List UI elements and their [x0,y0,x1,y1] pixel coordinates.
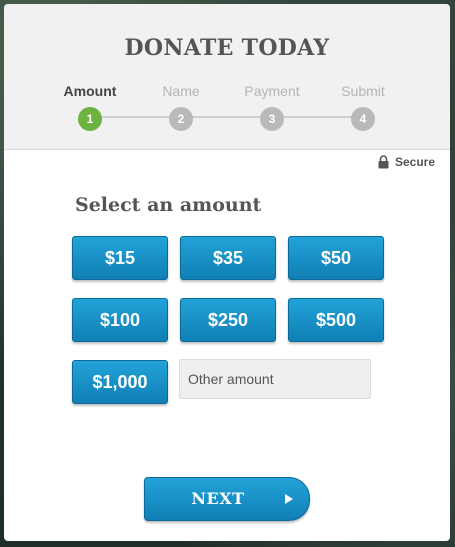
lock-icon [378,155,389,169]
step-payment[interactable]: Payment 3 [222,81,322,131]
step-label: Name [162,83,200,99]
amount-button-1000[interactable]: $1,000 [72,360,168,404]
secure-indicator: Secure [378,155,435,169]
next-button[interactable]: NEXT [144,477,310,521]
amount-button-250[interactable]: $250 [180,298,276,342]
next-button-label: NEXT [191,489,245,508]
amount-button-500[interactable]: $500 [288,298,384,342]
amount-button-50[interactable]: $50 [288,236,384,280]
header: DONATE TODAY Amount 1 Name 2 Payment 3 S… [4,4,450,150]
amount-button-35[interactable]: $35 [180,236,276,280]
secure-label: Secure [394,155,435,169]
step-number-badge: 2 [169,107,193,131]
donation-card: DONATE TODAY Amount 1 Name 2 Payment 3 S… [4,4,450,541]
step-label: Submit [341,83,385,99]
other-amount-input[interactable] [179,359,371,399]
step-label: Payment [244,83,300,99]
amount-button-100[interactable]: $100 [72,298,168,342]
step-number-badge: 3 [260,107,284,131]
step-submit[interactable]: Submit 4 [313,81,413,131]
play-icon [285,494,293,504]
step-label: Amount [63,83,117,99]
step-number-badge: 4 [351,107,375,131]
amount-button-15[interactable]: $15 [72,236,168,280]
step-name[interactable]: Name 2 [131,81,231,131]
page-title: DONATE TODAY [124,35,330,61]
section-title: Select an amount [75,194,262,216]
step-amount[interactable]: Amount 1 [40,81,140,131]
step-number-badge: 1 [78,107,102,131]
